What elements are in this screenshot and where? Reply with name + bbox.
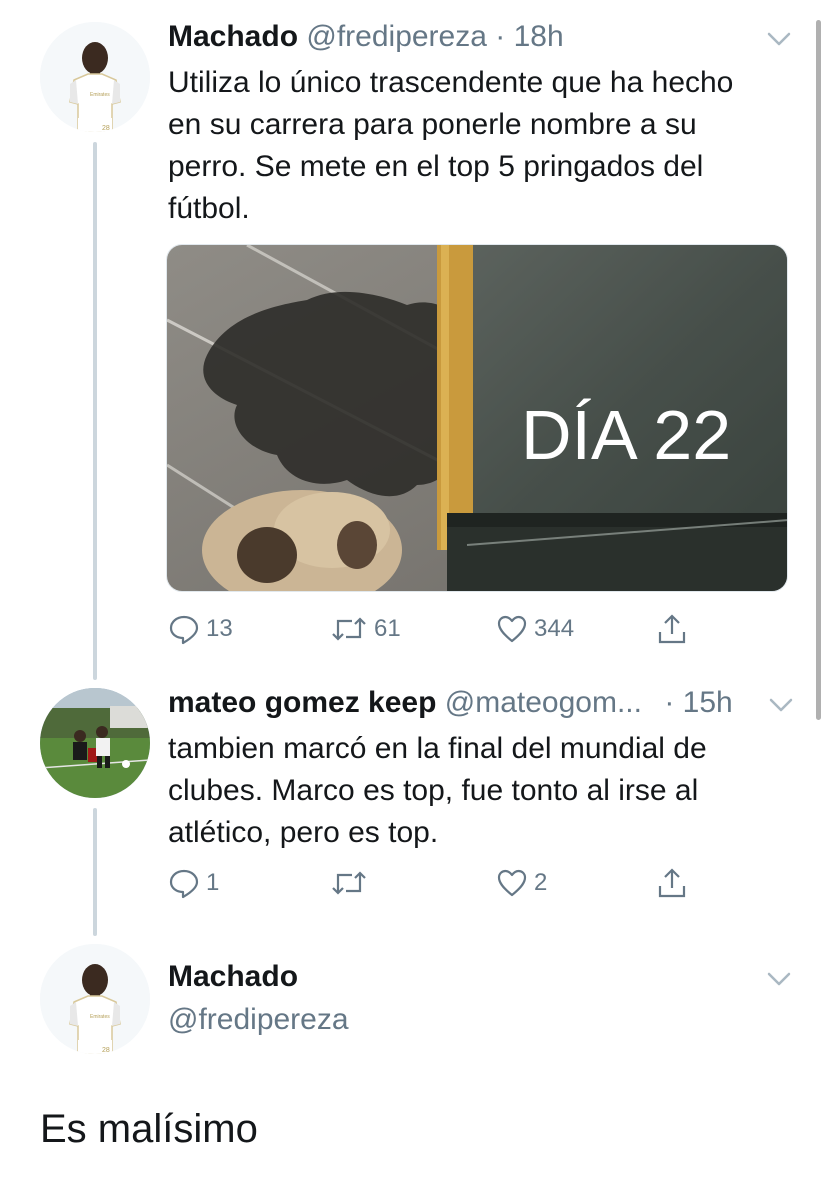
like-count: 2 (534, 869, 548, 896)
user-handle[interactable]: @fredipereza (168, 1003, 349, 1037)
reply-button[interactable]: 13 (168, 612, 233, 646)
timestamp[interactable]: · 18h (495, 20, 563, 53)
avatar-image: Emirates 28 (40, 944, 150, 1054)
tweet-text: tambien marcó en la final del mundial de… (168, 728, 707, 854)
svg-text:28: 28 (102, 125, 110, 132)
user-handle[interactable]: @mateogom... (445, 686, 642, 719)
reply-button[interactable]: 1 (168, 866, 219, 900)
share-icon (658, 868, 686, 898)
chevron-down-icon[interactable] (764, 28, 794, 50)
media-overlay-text: DÍA 22 (521, 396, 731, 474)
retweet-count: 61 (374, 615, 401, 642)
retweet-button[interactable] (330, 866, 374, 900)
avatar[interactable]: Emirates 28 (40, 22, 150, 132)
reply-count: 1 (206, 869, 220, 896)
reply-count: 13 (206, 615, 233, 642)
retweet-icon (332, 871, 366, 895)
tweet-header: mateo gomez keep @mateogom... · 15h (168, 686, 733, 720)
tweet-media-image[interactable]: DÍA 22 (166, 244, 788, 592)
share-icon (658, 614, 686, 644)
svg-text:28: 28 (102, 1047, 110, 1054)
avatar[interactable]: Emirates 28 (40, 944, 150, 1054)
avatar[interactable] (40, 688, 150, 798)
svg-text:Emirates: Emirates (90, 92, 110, 98)
tweet-text-line: tambien marcó en la final del mundial de (168, 732, 707, 765)
avatar-image (40, 688, 150, 798)
tweet-text-line: atlético, pero es top. (168, 816, 439, 849)
like-count: 344 (534, 615, 575, 642)
share-button[interactable] (656, 866, 688, 900)
heart-icon (497, 869, 527, 897)
tweet-text-line: en su carrera para ponerle nombre a su (168, 108, 697, 141)
tweet-text: Es malísimo (40, 1107, 258, 1151)
display-name[interactable]: Machado (168, 20, 298, 53)
user-handle[interactable]: @fredipereza (306, 20, 487, 53)
tweet-text-line: Utiliza lo único trascendente que ha hec… (168, 66, 734, 99)
scrollbar[interactable] (816, 20, 821, 720)
like-button[interactable]: 2 (496, 866, 547, 900)
reply-icon (169, 615, 199, 645)
tweet-header: Machado @fredipereza · 18h (168, 20, 564, 54)
heart-icon (497, 615, 527, 643)
thread-line (93, 142, 97, 680)
media-photo: DÍA 22 (167, 245, 787, 591)
tweet-text-line: fútbol. (168, 192, 250, 225)
timestamp[interactable]: · 15h (664, 686, 732, 719)
tweet-text: Utiliza lo único trascendente que ha hec… (168, 62, 733, 230)
reply-icon (169, 869, 199, 899)
thread-line (93, 808, 97, 936)
chevron-down-icon[interactable] (766, 694, 796, 716)
svg-text:Emirates: Emirates (90, 1014, 110, 1020)
retweet-icon (332, 617, 366, 641)
chevron-down-icon[interactable] (764, 968, 794, 990)
display-name[interactable]: mateo gomez keep (168, 686, 436, 719)
share-button[interactable] (656, 612, 688, 646)
retweet-button[interactable]: 61 (330, 612, 401, 646)
tweet-text-line: perro. Se mete en el top 5 pringados del (168, 150, 704, 183)
avatar-image: Emirates 28 (40, 22, 150, 132)
display-name[interactable]: Machado (168, 960, 298, 994)
tweet-text-line: clubes. Marco es top, fue tonto al irse … (168, 774, 699, 807)
like-button[interactable]: 344 (496, 612, 574, 646)
